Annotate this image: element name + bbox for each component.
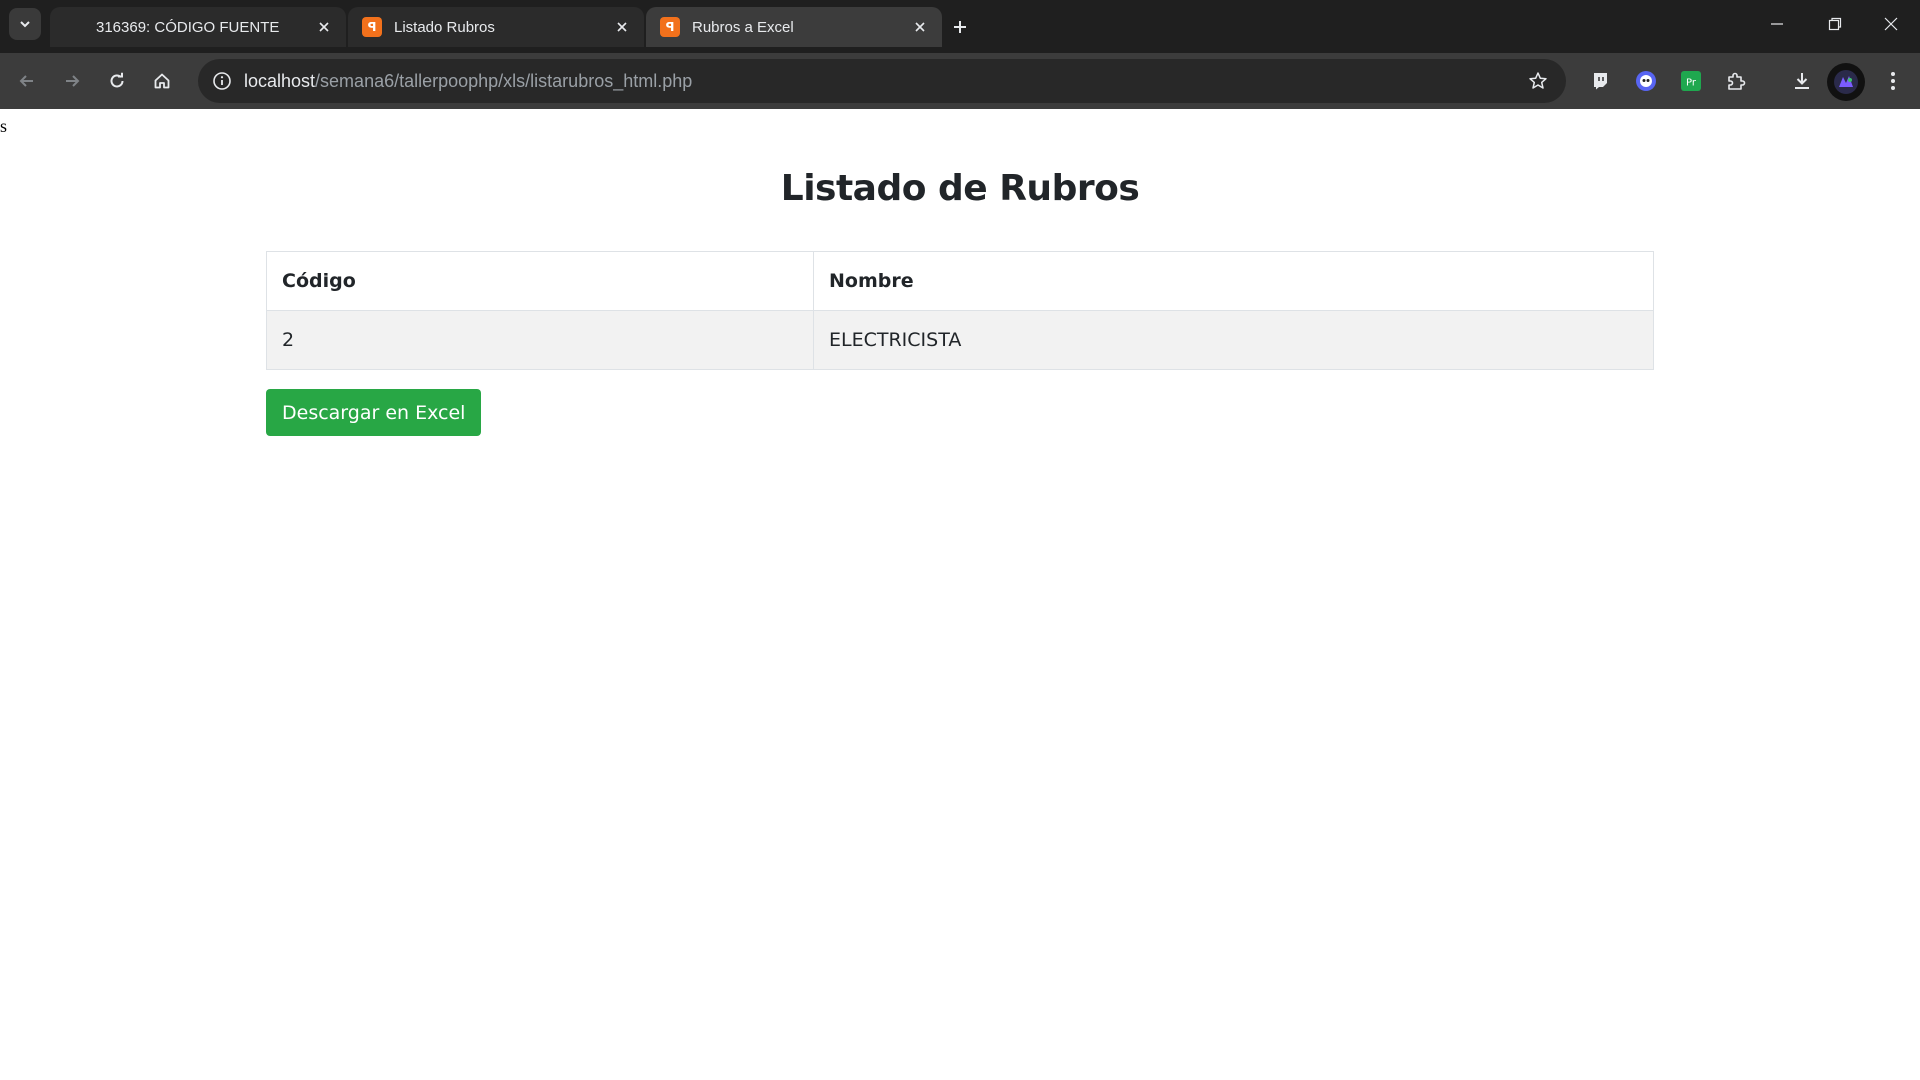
column-header-codigo: Código [266, 251, 814, 311]
xampp-icon: ꟼ [660, 17, 680, 37]
close-icon[interactable] [312, 15, 336, 39]
download-excel-button[interactable]: Descargar en Excel [266, 389, 482, 436]
svg-text:Pr: Pr [1686, 78, 1697, 89]
minimize-button[interactable] [1748, 0, 1806, 48]
tab-title: Rubros a Excel [692, 18, 794, 36]
tab-strip: 316369: CÓDIGO FUENTE ꟼ Listado Rubros ꟼ… [0, 0, 1920, 53]
tab-title: Listado Rubros [394, 18, 495, 36]
arrow-left-icon [19, 75, 33, 87]
tab-listado-rubros[interactable]: ꟼ Listado Rubros [348, 7, 644, 47]
forward-button[interactable] [54, 63, 90, 99]
back-button[interactable] [9, 63, 45, 99]
table-row: 2 ELECTRICISTA [266, 310, 1654, 370]
address-bar[interactable]: localhost/semana6/tallerpoophp/xls/lista… [198, 59, 1566, 103]
url-path: /semana6/tallerpoophp/xls/listarubros_ht… [315, 70, 693, 91]
close-icon [1884, 17, 1898, 31]
home-button[interactable] [144, 63, 180, 99]
reload-button[interactable] [99, 63, 135, 99]
cell-codigo: 2 [266, 310, 814, 370]
tab-rubros-a-excel[interactable]: ꟼ Rubros a Excel [646, 7, 942, 47]
restore-icon [1828, 17, 1842, 31]
xampp-icon: ꟼ [362, 17, 382, 37]
avatar-icon [1834, 70, 1858, 94]
extensions-puzzle-icon[interactable] [1718, 63, 1754, 99]
reload-icon [110, 72, 124, 88]
table-header-row: Código Nombre [266, 251, 1654, 311]
chevron-down-icon [20, 21, 30, 28]
tab-codigo-fuente[interactable]: 316369: CÓDIGO FUENTE [50, 7, 346, 47]
site-info-icon[interactable] [200, 59, 244, 103]
download-icon[interactable] [1784, 63, 1820, 99]
bookmark-star-icon[interactable] [1520, 63, 1556, 99]
new-tab-button[interactable] [944, 11, 976, 43]
twitch-extension-icon[interactable] [1582, 63, 1618, 99]
blank-icon [64, 17, 84, 37]
ghost-extension-icon[interactable] [1628, 63, 1664, 99]
page-title: Listado de Rubros [780, 168, 1140, 209]
browser-toolbar: localhost/semana6/tallerpoophp/xls/lista… [0, 53, 1920, 109]
tab-title: 316369: CÓDIGO FUENTE [96, 18, 280, 36]
premiere-extension-icon[interactable]: Pr [1673, 63, 1709, 99]
restore-button[interactable] [1806, 0, 1864, 48]
minimize-icon [1771, 23, 1783, 25]
menu-kebab-icon[interactable] [1875, 63, 1911, 99]
arrow-right-icon [66, 75, 80, 87]
close-icon[interactable] [908, 15, 932, 39]
tab-search-button[interactable] [9, 8, 41, 40]
column-header-nombre: Nombre [813, 251, 1654, 311]
close-icon[interactable] [610, 15, 634, 39]
profile-avatar[interactable] [1827, 63, 1865, 101]
url-text[interactable]: localhost/semana6/tallerpoophp/xls/lista… [244, 71, 692, 92]
home-icon [154, 73, 170, 89]
cell-nombre: ELECTRICISTA [813, 310, 1654, 370]
stray-text: s [0, 116, 8, 136]
url-host: localhost [244, 70, 316, 91]
rubros-table: Código Nombre 2 ELECTRICISTA [266, 251, 1654, 370]
close-window-button[interactable] [1862, 0, 1920, 48]
plus-icon [954, 21, 966, 33]
